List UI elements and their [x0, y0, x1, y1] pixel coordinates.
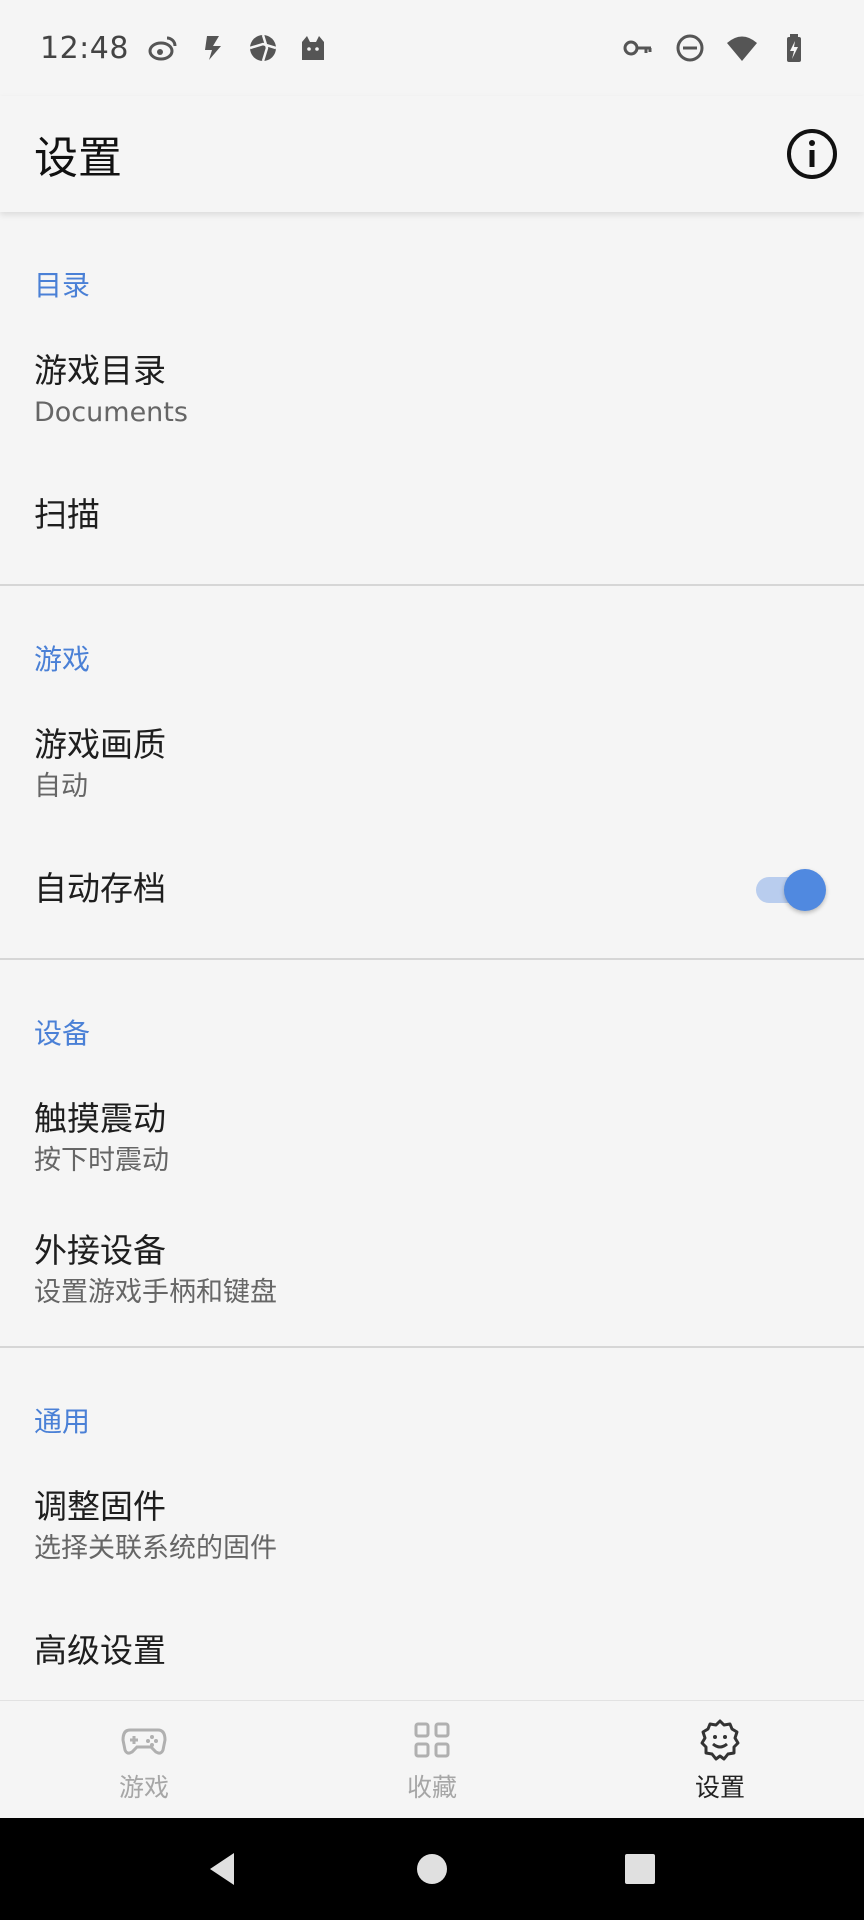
- back-icon: [210, 1853, 234, 1885]
- page-title: 设置: [34, 133, 122, 184]
- weibo-icon: [147, 32, 179, 64]
- nav-label: 游戏: [118, 1772, 169, 1802]
- home-button[interactable]: [412, 1849, 452, 1889]
- nav-item-favorites[interactable]: 收藏: [288, 1701, 576, 1818]
- pref-title: 调整固件: [34, 1487, 166, 1527]
- home-icon: [417, 1854, 447, 1884]
- pref-summary: 选择关联系统的固件: [34, 1533, 277, 1565]
- pref-game-directory[interactable]: 游戏目录 Documents: [0, 324, 864, 456]
- pref-external-devices[interactable]: 外接设备 设置游戏手柄和键盘: [0, 1204, 864, 1336]
- pref-auto-save[interactable]: 自动存档: [0, 830, 864, 948]
- pref-title: 游戏画质: [34, 725, 166, 765]
- pref-title: 触摸震动: [34, 1099, 166, 1139]
- toggle-thumb: [784, 869, 826, 911]
- section-header: 游戏: [34, 643, 91, 676]
- pref-game-quality[interactable]: 游戏画质 自动: [0, 698, 864, 830]
- nav-label: 设置: [694, 1772, 745, 1802]
- cat-icon: [297, 32, 329, 64]
- aperture-icon: [247, 32, 279, 64]
- section-device: 设备 触摸震动 按下时震动 外接设备 设置游戏手柄和键盘: [0, 960, 864, 1348]
- nav-item-settings[interactable]: 设置: [576, 1701, 864, 1818]
- status-right: [622, 32, 810, 64]
- section-directory: 目录 游戏目录 Documents 扫描: [0, 212, 864, 586]
- status-left: 12:48: [40, 31, 329, 66]
- pref-title: 扫描: [34, 495, 100, 535]
- status-time: 12:48: [40, 30, 129, 66]
- section-game: 游戏 游戏画质 自动 自动存档: [0, 586, 864, 960]
- screen: 12:48 设置 目录 游戏目录 Documents 扫描 游戏 游戏画质 自动…: [0, 0, 864, 1920]
- pref-summary: 设置游戏手柄和键盘: [34, 1277, 277, 1309]
- pref-advanced-settings[interactable]: 高级设置: [0, 1592, 864, 1700]
- recents-icon: [625, 1854, 655, 1884]
- battery-charging-icon: [778, 32, 810, 64]
- recents-button[interactable]: [620, 1849, 660, 1889]
- pref-title: 自动存档: [34, 869, 166, 909]
- pref-title: 游戏目录: [34, 351, 166, 391]
- section-header: 通用: [34, 1405, 91, 1438]
- status-bar: 12:48: [0, 0, 864, 96]
- info-button[interactable]: [784, 126, 840, 182]
- app-bar: 设置: [0, 96, 864, 212]
- back-button[interactable]: [204, 1849, 244, 1889]
- settings-icon: [696, 1716, 744, 1764]
- nav-item-games[interactable]: 游戏: [0, 1701, 288, 1818]
- pref-title: 高级设置: [34, 1631, 166, 1671]
- info-icon: [787, 129, 837, 179]
- bottom-nav: 游戏 收藏 设置: [0, 1700, 864, 1818]
- pref-title: 外接设备: [34, 1231, 166, 1271]
- settings-list: 目录 游戏目录 Documents 扫描 游戏 游戏画质 自动 自动存档 设备 …: [0, 212, 864, 1700]
- auto-save-toggle[interactable]: [756, 869, 826, 911]
- do-not-disturb-icon: [674, 32, 706, 64]
- section-general: 通用 调整固件 选择关联系统的固件 高级设置: [0, 1348, 864, 1700]
- pref-summary: 按下时震动: [34, 1145, 169, 1177]
- pref-summary: Documents: [34, 397, 188, 429]
- system-nav-bar: [0, 1818, 864, 1920]
- pref-firmware[interactable]: 调整固件 选择关联系统的固件: [0, 1460, 864, 1592]
- pref-touch-vibration[interactable]: 触摸震动 按下时震动: [0, 1072, 864, 1204]
- section-header: 目录: [34, 269, 91, 302]
- section-header: 设备: [34, 1017, 91, 1050]
- grid-icon: [408, 1716, 456, 1764]
- lightning-icon: [197, 32, 229, 64]
- pref-summary: 自动: [34, 771, 88, 803]
- nav-label: 收藏: [406, 1772, 457, 1802]
- wifi-icon: [726, 32, 758, 64]
- pref-scan[interactable]: 扫描: [0, 456, 864, 574]
- key-icon: [622, 32, 654, 64]
- gamepad-icon: [120, 1716, 168, 1764]
